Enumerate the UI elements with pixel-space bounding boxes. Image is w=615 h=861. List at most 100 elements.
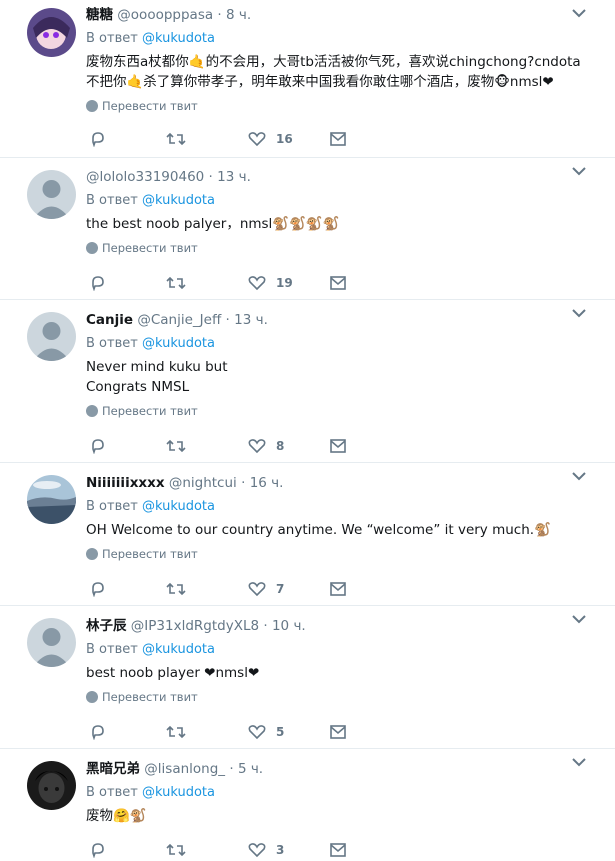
translate-link[interactable]: Перевести твит [86,689,595,705]
author-name[interactable]: 糖糖 [86,7,113,23]
reply-prefix: В ответ [86,336,138,351]
retweet-button[interactable] [166,128,186,150]
avatar[interactable] [27,312,76,361]
retweet-icon [166,582,186,596]
tweet[interactable]: Niiiiiiixxxx @nightcui · 16 ч. В ответ @… [0,463,615,606]
reply-button[interactable] [90,435,106,457]
message-button[interactable] [330,128,346,150]
like-icon [248,725,266,740]
like-count: 19 [276,276,293,290]
tweet-text: best noob player ❤nmsl❤ [86,663,595,683]
translate-label: Перевести твит [102,690,198,704]
like-icon [248,582,266,597]
timestamp[interactable]: 10 ч. [272,618,306,634]
author-handle[interactable]: @oooopppasa [117,7,213,23]
tweet-text-line: Never mind kuku but [86,359,228,375]
avatar[interactable] [27,761,76,810]
timestamp[interactable]: 13 ч. [234,312,268,328]
translate-label: Перевести твит [102,547,198,561]
retweet-button[interactable] [166,721,186,743]
retweet-icon [166,439,186,453]
author-handle[interactable]: @nightcui [169,475,237,491]
retweet-icon [166,843,186,857]
reply-prefix: В ответ [86,642,138,657]
tweet[interactable]: @lololo33190460 · 13 ч. В ответ @kukudot… [0,158,615,300]
avatar[interactable] [27,8,76,57]
avatar[interactable] [27,475,76,524]
like-icon [248,843,266,858]
tweet[interactable]: 糖糖 @oooopppasa · 8 ч. В ответ @kukudota … [0,0,615,158]
retweet-button[interactable] [166,839,186,861]
message-button[interactable] [330,839,346,861]
reply-button[interactable] [90,578,106,600]
reply-button[interactable] [90,721,106,743]
reply-context: В ответ @kukudota [86,335,595,353]
timestamp[interactable]: 16 ч. [250,475,284,491]
like-count: 8 [276,439,285,453]
author-name[interactable]: Niiiiiiixxxx [86,475,165,491]
reply-context: В ответ @kukudota [86,498,595,516]
translate-link[interactable]: Перевести твит [86,546,595,562]
reply-context: В ответ @kukudota [86,192,595,210]
message-button[interactable] [330,272,346,294]
message-button[interactable] [330,721,346,743]
translate-label: Перевести твит [102,99,198,113]
like-button[interactable]: 16 [248,128,293,150]
reply-mention-link[interactable]: @kukudota [142,499,215,514]
reply-icon [92,276,104,291]
author-name[interactable]: 林子辰 [86,618,127,634]
like-count: 5 [276,725,285,739]
author-handle[interactable]: @lololo33190460 [86,169,204,185]
tweet-text-line: the best noob palyer，nmsl🐒🐒🐒🐒 [86,216,340,232]
reply-button[interactable] [90,128,106,150]
retweet-button[interactable] [166,578,186,600]
like-button[interactable]: 19 [248,272,293,294]
reply-context: В ответ @kukudota [86,641,595,659]
avatar[interactable] [27,618,76,667]
avatar[interactable] [27,170,76,219]
message-button[interactable] [330,578,346,600]
message-icon [330,582,346,596]
author-handle[interactable]: @lisanlong_ [144,761,225,777]
tweet[interactable]: 林子辰 @IP31xldRgtdyXL8 · 10 ч. В ответ @ku… [0,606,615,749]
reply-icon [92,725,104,740]
globe-icon [86,100,98,112]
like-button[interactable]: 5 [248,721,284,743]
like-button[interactable]: 3 [248,839,284,861]
reply-mention-link[interactable]: @kukudota [142,193,215,208]
reply-button[interactable] [90,272,106,294]
tweet-text-line: Congrats NMSL [86,379,190,395]
author-handle[interactable]: @Canjie_Jeff [137,312,221,328]
like-button[interactable]: 7 [248,578,284,600]
translate-link[interactable]: Перевести твит [86,403,595,419]
reply-button[interactable] [90,839,106,861]
tweet-text-line: 废物东西a杖都你🤙的不会用，大哥tb活活被你气死，喜欢说chingchong?c… [86,54,581,70]
timestamp[interactable]: 8 ч. [226,7,251,23]
globe-icon [86,405,98,417]
retweet-button[interactable] [166,272,186,294]
reply-icon [92,582,104,597]
like-count: 3 [276,843,285,857]
reply-prefix: В ответ [86,785,138,800]
timestamp[interactable]: 13 ч. [217,169,251,185]
timestamp[interactable]: 5 ч. [238,761,263,777]
reply-icon [92,843,104,858]
tweet[interactable]: Canjie @Canjie_Jeff · 13 ч. В ответ @kuk… [0,300,615,463]
reply-mention-link[interactable]: @kukudota [142,31,215,46]
reply-mention-link[interactable]: @kukudota [142,336,215,351]
reply-mention-link[interactable]: @kukudota [142,642,215,657]
translate-link[interactable]: Перевести твит [86,98,595,114]
author-name[interactable]: 黑暗兄弟 [86,761,140,777]
globe-icon [86,691,98,703]
translate-label: Перевести твит [102,404,198,418]
translate-link[interactable]: Перевести твит [86,240,595,256]
tweet[interactable]: 黑暗兄弟 @lisanlong_ · 5 ч. В ответ @kukudot… [0,749,615,861]
reply-mention-link[interactable]: @kukudota [142,785,215,800]
author-name[interactable]: Canjie [86,312,133,328]
like-button[interactable]: 8 [248,435,284,457]
tweet-text: OH Welcome to our country anytime. We “w… [86,520,595,540]
author-handle[interactable]: @IP31xldRgtdyXL8 [131,618,259,634]
retweet-button[interactable] [166,435,186,457]
message-button[interactable] [330,435,346,457]
like-icon [248,439,266,454]
